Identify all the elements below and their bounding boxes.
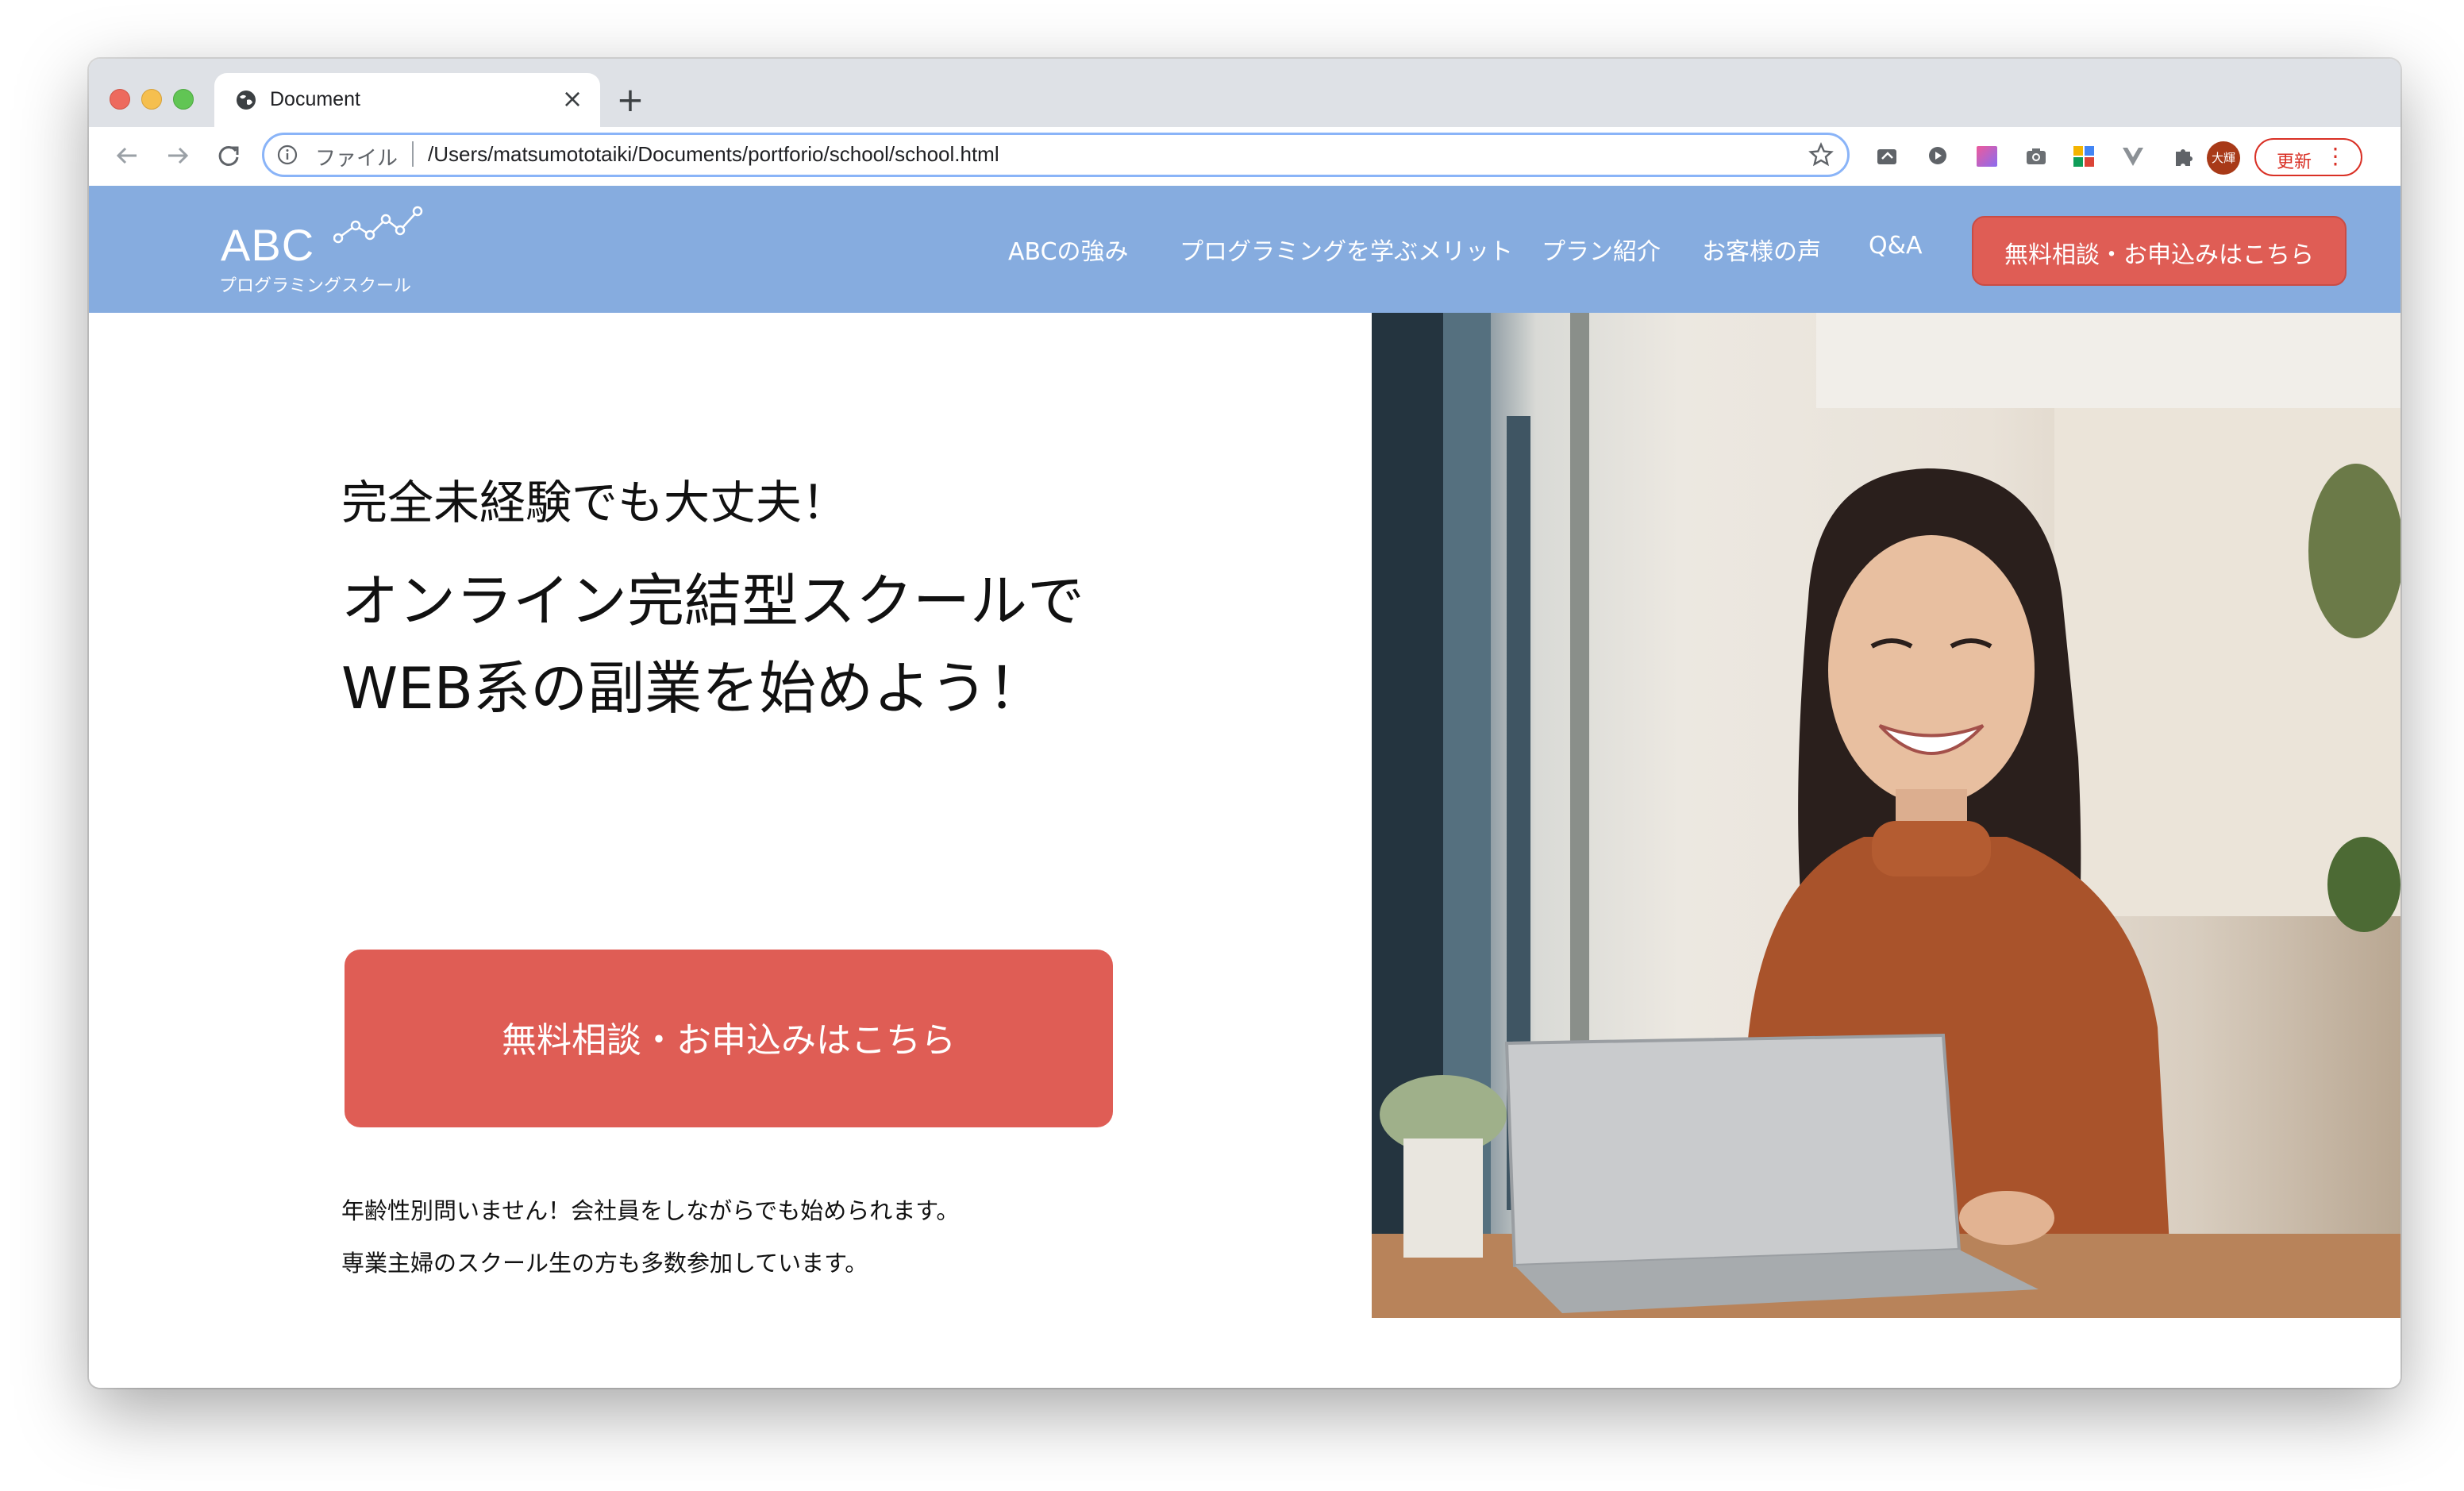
woman-with-laptop-illustration <box>1372 313 2400 1318</box>
hero-title-line1: オンライン完結型スクールで <box>341 568 1085 634</box>
globe-icon <box>237 91 256 110</box>
close-window-button[interactable] <box>110 89 130 110</box>
toolbar: ファイル /Users/matsumototaiki/Documents/por… <box>89 127 2400 187</box>
maximize-window-button[interactable] <box>173 89 194 110</box>
nav-item-testimonials[interactable]: お客様の声 <box>1702 232 1821 267</box>
profile-avatar[interactable]: 大輝 <box>2207 141 2240 175</box>
tab-title: Document <box>270 88 360 110</box>
logo-graph-icon <box>333 206 423 244</box>
hero-note-line2: 専業主婦のスクール生の方も多数参加しています。 <box>341 1250 868 1277</box>
logo-subtitle: プログラミングスクール <box>219 276 412 296</box>
speech-extension-icon[interactable] <box>1926 144 1950 168</box>
browser-window: Document × + ファイル /Users/matsumototaiki/… <box>89 59 2400 1388</box>
update-label: 更新 <box>2277 152 2312 172</box>
logo-text[interactable]: ABC <box>221 219 314 271</box>
hero-photo <box>1372 313 2400 1318</box>
tab-close-button[interactable]: × <box>559 85 586 112</box>
web-page: ABC プログラミングスクール ABCの強み プログラミングを学ぶメリット プラ… <box>89 186 2400 1388</box>
reload-icon[interactable] <box>211 138 246 173</box>
hero-title-line2: WEB系の副業を始めよう！ <box>341 655 1045 722</box>
grid-extension-icon[interactable] <box>2072 144 2096 168</box>
nav-item-qa[interactable]: Q&A <box>1869 232 1923 260</box>
update-button[interactable]: 更新 ⋮ <box>2254 138 2362 176</box>
header-cta-label: 無料相談・お申込みはこちら <box>2004 241 2314 269</box>
screenshot-extension-icon[interactable] <box>1875 144 1899 168</box>
forward-icon[interactable] <box>160 138 195 173</box>
hero-note-line1: 年齢性別問いません！会社員をしながらでも始められます。 <box>341 1197 960 1224</box>
camera-extension-icon[interactable] <box>2024 144 2048 168</box>
hero-lead: 完全未経験でも大丈夫！ <box>341 476 849 530</box>
more-menu-icon[interactable]: ⋮ <box>2324 143 2347 170</box>
tab-strip: Document × + <box>89 59 2400 127</box>
tab-document[interactable]: Document × <box>214 73 600 127</box>
nav-item-strengths[interactable]: ABCの強み <box>1008 232 1129 267</box>
info-icon[interactable] <box>277 144 298 165</box>
header-cta-button[interactable]: 無料相談・お申込みはこちら <box>1972 216 2347 286</box>
vue-extension-icon[interactable] <box>2121 144 2145 168</box>
url-separator <box>412 141 414 167</box>
back-icon[interactable] <box>110 138 144 173</box>
nav-item-benefits[interactable]: プログラミングを学ぶメリット <box>1180 232 1513 267</box>
puzzle-icon[interactable] <box>2172 144 2196 168</box>
hero-cta-button[interactable]: 無料相談・お申込みはこちら <box>345 950 1113 1127</box>
nav-item-plans[interactable]: プラン紹介 <box>1542 232 1661 267</box>
new-tab-button[interactable]: + <box>613 83 648 118</box>
hero-cta-label: 無料相談・お申込みはこちら <box>502 1020 956 1061</box>
url-scheme-label: ファイル <box>315 146 398 170</box>
site-header: ABC プログラミングスクール ABCの強み プログラミングを学ぶメリット プラ… <box>89 186 2400 313</box>
url-text[interactable]: /Users/matsumototaiki/Documents/portfori… <box>428 142 999 167</box>
address-bar[interactable]: ファイル /Users/matsumototaiki/Documents/por… <box>262 133 1850 177</box>
star-icon[interactable] <box>1808 141 1835 168</box>
color-extension-icon[interactable] <box>1975 144 1999 168</box>
minimize-window-button[interactable] <box>141 89 162 110</box>
